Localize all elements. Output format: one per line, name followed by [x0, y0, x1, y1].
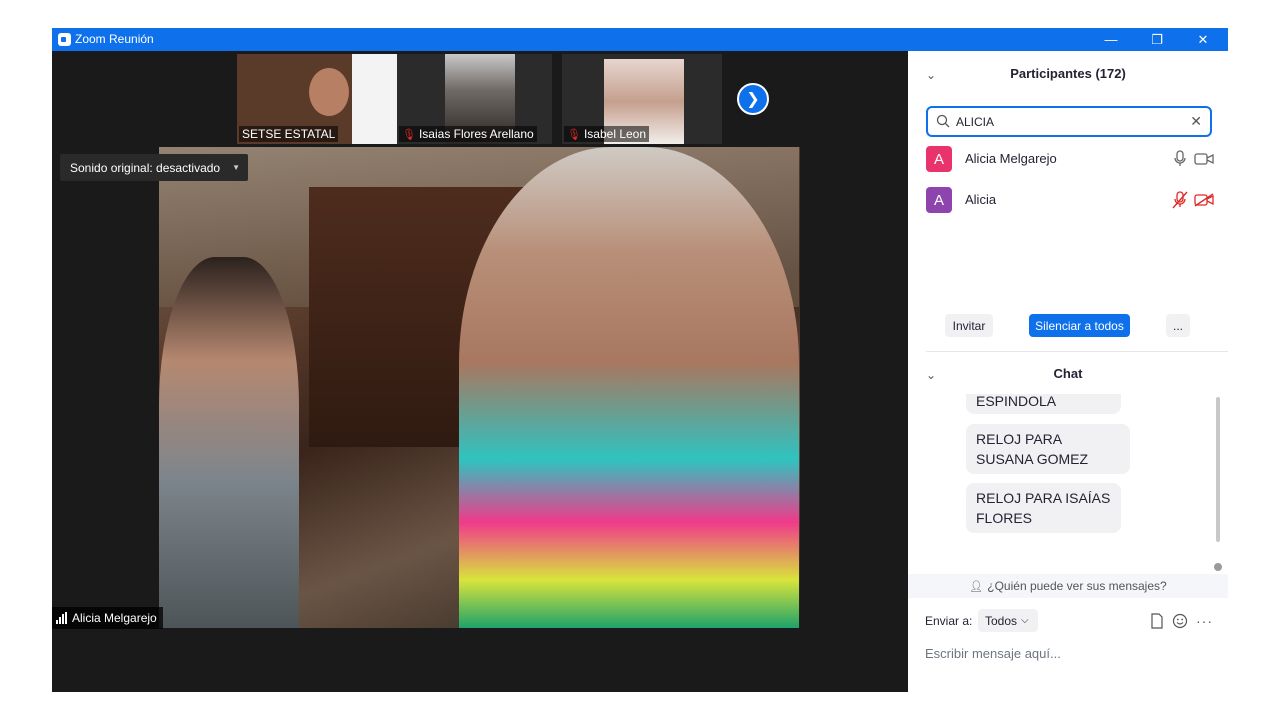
video-person-main [459, 147, 799, 628]
minimize-button[interactable]: — [1088, 28, 1134, 51]
video-thumbnail[interactable]: 🎙︎ Isaias Flores Arellano [397, 54, 552, 144]
chat-messages[interactable]: ESPINDOLA RELOJ PARA SUSANA GOMEZ RELOJ … [908, 394, 1228, 572]
thumbnail-name: SETSE ESTATAL [239, 126, 339, 142]
chevron-down-icon: ▼ [232, 163, 240, 172]
video-thumbnail[interactable]: SETSE ESTATAL [237, 54, 397, 144]
panel-divider [926, 351, 1228, 352]
chat-title: Chat [1053, 366, 1083, 381]
avatar: A [926, 146, 952, 172]
video-thumbnail[interactable]: 🎙︎ Isabel Leon [562, 54, 722, 144]
send-to-label: Enviar a: [925, 614, 973, 628]
search-icon [936, 114, 950, 128]
window-title: Zoom Reunión [75, 32, 154, 46]
next-page-button[interactable]: ❯ [737, 83, 769, 115]
avatar: A [926, 187, 952, 213]
zoom-logo-icon [58, 33, 71, 46]
invite-button[interactable]: Invitar [945, 314, 993, 337]
more-icon[interactable]: ··· [1196, 613, 1213, 629]
message-input[interactable] [925, 641, 1215, 665]
recipient-select[interactable]: Todos ⌵ [978, 609, 1038, 632]
file-icon[interactable] [1150, 613, 1164, 629]
chat-scroll-handle[interactable] [1214, 563, 1222, 571]
close-button[interactable]: ✕ [1180, 28, 1226, 51]
restore-button[interactable]: ❐ [1134, 28, 1180, 51]
chevron-right-icon: ❯ [746, 91, 760, 108]
emoji-icon[interactable] [1172, 613, 1188, 629]
close-icon: ✕ [1197, 31, 1209, 47]
search-value: ALICIA [956, 115, 995, 129]
person-lock-icon: 👤︎ [969, 580, 984, 593]
video-area: SETSE ESTATAL 🎙︎ Isaias Flores Arellano 🎙… [52, 51, 908, 692]
signal-bars-icon [56, 612, 67, 624]
original-sound-dropdown[interactable]: Sonido original: desactivado ▼ [60, 154, 248, 181]
zoom-window: Zoom Reunión — ❐ ✕ SETSE ESTATAL 🎙︎ Isaia… [52, 28, 1228, 692]
visibility-label: ¿Quién puede ver sus mensajes? [987, 579, 1167, 593]
mute-all-button[interactable]: Silenciar a todos [1029, 314, 1130, 337]
restore-icon: ❐ [1151, 31, 1163, 47]
clear-icon[interactable]: ✕ [1190, 113, 1202, 130]
main-speaker-video[interactable] [159, 147, 800, 628]
video-person-left [159, 257, 299, 628]
side-panel: ⌄ Participantes (172) ALICIA ✕ A Alicia … [908, 51, 1228, 692]
mic-muted-icon[interactable] [1172, 191, 1188, 209]
participant-row[interactable]: A Alicia [926, 187, 1216, 213]
chat-message: ESPINDOLA [966, 394, 1121, 414]
active-speaker-name: Alicia Melgarejo [72, 611, 157, 625]
mic-muted-icon: 🎙︎ [402, 129, 416, 141]
title-bar: Zoom Reunión — ❐ ✕ [52, 28, 1228, 51]
chat-message: RELOJ PARA ISAÍAS FLORES [966, 483, 1121, 533]
participant-search-input[interactable]: ALICIA ✕ [926, 106, 1212, 137]
minimize-icon: — [1104, 32, 1118, 47]
chat-message: RELOJ PARA SUSANA GOMEZ [966, 424, 1130, 474]
camera-off-icon[interactable] [1194, 193, 1214, 207]
camera-icon[interactable] [1194, 152, 1214, 166]
participant-row[interactable]: A Alicia Melgarejo [926, 146, 1216, 172]
chat-scrollbar[interactable] [1216, 397, 1220, 542]
active-speaker-label: Alicia Melgarejo [52, 607, 163, 629]
participant-name: Alicia Melgarejo [965, 151, 1057, 166]
recipient-value: Todos [985, 613, 1018, 628]
message-visibility-link[interactable]: 👤︎ ¿Quién puede ver sus mensajes? [908, 574, 1228, 598]
thumbnail-name: 🎙︎ Isabel Leon [564, 126, 650, 142]
participants-title: Participantes (172) [1010, 66, 1126, 81]
chevron-down-icon: ⌵ [1021, 615, 1029, 626]
original-sound-label: Sonido original: desactivado [70, 160, 221, 175]
participant-name: Alicia [965, 192, 997, 207]
more-options-button[interactable]: ... [1166, 314, 1190, 337]
thumbnail-name: 🎙︎ Isaias Flores Arellano [399, 126, 537, 142]
mic-icon[interactable] [1172, 150, 1188, 168]
mic-muted-icon: 🎙︎ [567, 129, 581, 141]
